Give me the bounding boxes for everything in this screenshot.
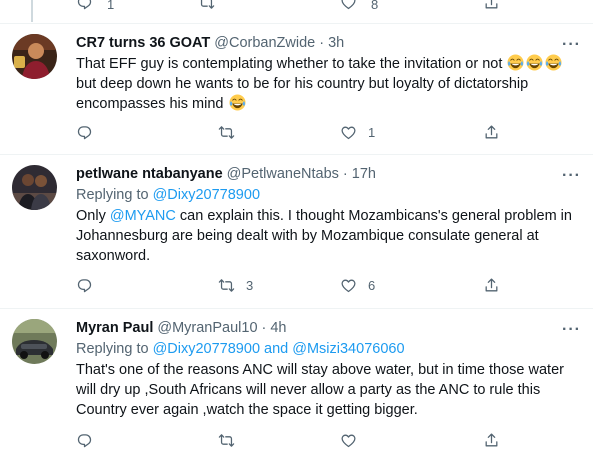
reply-icon [76, 0, 93, 14]
like-count: 8 [371, 0, 379, 12]
previous-tweet-actions: 1 8 [0, 0, 593, 24]
tweet[interactable]: Myran Paul @MyranPaul10 · 4h Replying to… [0, 309, 593, 459]
display-name[interactable]: Myran Paul [76, 319, 153, 338]
like-icon [340, 277, 357, 294]
display-name[interactable]: petlwane ntabanyane [76, 165, 223, 184]
reply-icon [76, 432, 93, 449]
joy-emoji [545, 54, 562, 71]
thread-connector-line [31, 0, 33, 22]
more-options-icon[interactable]: ··· [562, 168, 581, 184]
tweet-header: Myran Paul @MyranPaul10 · 4h [76, 319, 585, 338]
tweet-text: Only @MYANC can explain this. I thought … [76, 206, 585, 266]
replying-to-label: Replying to [76, 341, 149, 357]
share-icon [483, 277, 500, 294]
share-icon [483, 432, 500, 449]
retweet-button[interactable] [218, 432, 246, 449]
user-handle[interactable]: @PetlwaneNtabs [227, 165, 339, 184]
avatar[interactable] [12, 319, 57, 364]
tweet-text-part: That EFF guy is contemplating whether to… [76, 56, 503, 72]
timestamp[interactable]: 4h [270, 319, 286, 338]
separator-dot: · [261, 320, 267, 336]
reply-icon [76, 277, 93, 294]
reply-icon [76, 124, 93, 141]
retweet-button[interactable] [198, 0, 215, 14]
tweet[interactable]: petlwane ntabanyane @PetlwaneNtabs · 17h… [0, 155, 593, 309]
avatar[interactable] [12, 165, 57, 210]
like-icon [340, 432, 357, 449]
joy-emoji [526, 54, 543, 71]
retweet-button[interactable] [218, 124, 246, 141]
user-handle[interactable]: @CorbanZwide [214, 34, 315, 53]
tweet-text: That's one of the reasons ANC will stay … [76, 362, 564, 418]
display-name[interactable]: CR7 turns 36 GOAT [76, 34, 210, 53]
reply-button[interactable] [76, 277, 104, 294]
like-icon [340, 124, 357, 141]
mention-link[interactable]: @MYANC [110, 208, 176, 224]
like-button[interactable]: 6 [340, 277, 375, 294]
joy-emoji [229, 94, 246, 111]
replying-to: Replying to @Dixy20778900 [76, 185, 585, 205]
reply-button[interactable] [76, 432, 104, 449]
tweet-header: petlwane ntabanyane @PetlwaneNtabs · 17h [76, 165, 585, 184]
share-icon [483, 124, 500, 141]
share-button[interactable] [483, 124, 500, 141]
replying-to-label: Replying to [76, 187, 149, 203]
tweet-text-part: Only [76, 208, 106, 224]
reply-button[interactable] [76, 124, 104, 141]
replying-to-mention[interactable]: @Dixy20778900 [153, 187, 260, 203]
more-options-icon[interactable]: ··· [562, 37, 581, 53]
share-button[interactable] [483, 0, 500, 14]
replying-to-mention[interactable]: @Dixy20778900 and @Msizi34076060 [153, 341, 405, 357]
retweet-icon [198, 0, 215, 14]
share-icon [483, 0, 500, 14]
retweet-count: 3 [246, 278, 254, 293]
like-icon [340, 0, 357, 14]
like-button[interactable] [340, 432, 368, 449]
timestamp[interactable]: 3h [328, 34, 344, 53]
like-button[interactable]: 1 [340, 124, 375, 141]
retweet-button[interactable]: 3 [218, 277, 253, 294]
retweet-icon [218, 432, 235, 449]
share-button[interactable] [483, 277, 500, 294]
avatar[interactable] [12, 34, 57, 79]
separator-dot: · [319, 35, 325, 51]
share-button[interactable] [483, 432, 500, 449]
tweet-header: CR7 turns 36 GOAT @CorbanZwide · 3h [76, 34, 585, 53]
more-options-icon[interactable]: ··· [562, 322, 581, 338]
tweet-text-part: but deep down he wants to be for his cou… [76, 76, 529, 112]
separator-dot: · [342, 166, 348, 182]
tweet-actions: 1 [76, 124, 496, 144]
tweet-actions [76, 432, 496, 452]
timestamp[interactable]: 17h [352, 165, 376, 184]
tweet[interactable]: CR7 turns 36 GOAT @CorbanZwide · 3h That… [0, 24, 593, 155]
reply-button[interactable]: 1 [76, 0, 114, 14]
like-count: 6 [368, 278, 376, 293]
user-handle[interactable]: @MyranPaul10 [157, 319, 257, 338]
tweet-actions: 3 6 [76, 277, 496, 297]
joy-emoji [507, 54, 524, 71]
reply-count: 1 [107, 0, 115, 12]
like-button[interactable]: 8 [340, 0, 378, 14]
retweet-icon [218, 277, 235, 294]
tweet-text: That EFF guy is contemplating whether to… [76, 54, 585, 114]
replying-to: Replying to @Dixy20778900 and @Msizi3407… [76, 339, 585, 359]
retweet-icon [218, 124, 235, 141]
like-count: 1 [368, 125, 376, 140]
